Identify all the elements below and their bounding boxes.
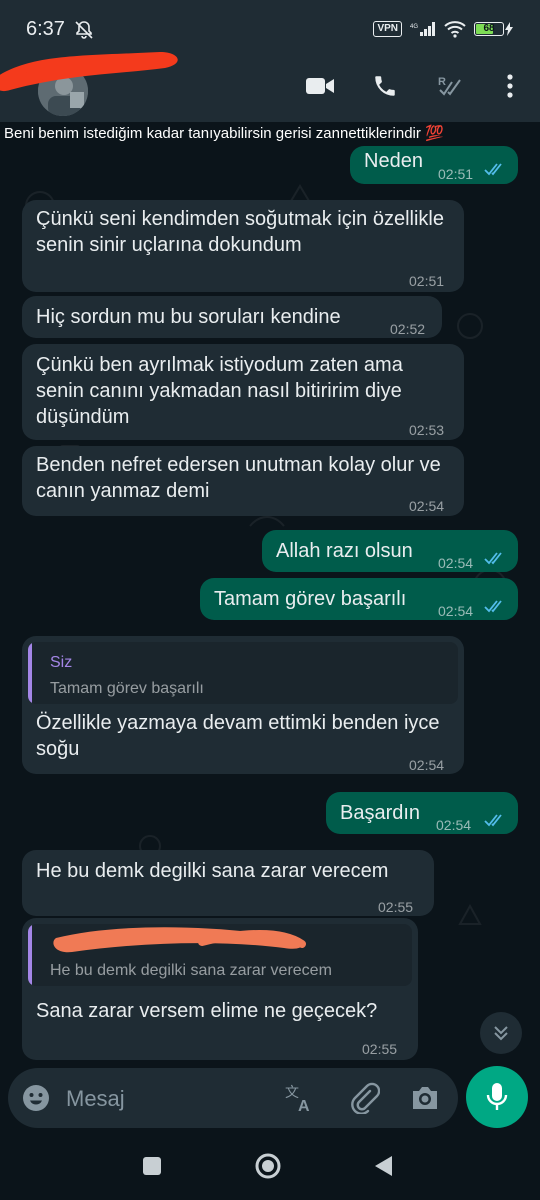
message-time: 02:55 — [362, 1041, 398, 1057]
read-receipt-icon: R — [438, 76, 461, 96]
video-call-icon — [306, 78, 334, 94]
message-bubble-outgoing[interactable]: Tamam görev başarılı 02:54 — [200, 578, 518, 620]
message-bubble-incoming[interactable]: Çünkü ben ayrılmak istiyodum zaten ama s… — [22, 344, 464, 440]
quote-accent-bar — [28, 642, 32, 704]
vpn-badge: VPN — [373, 21, 402, 37]
double-chevron-down-icon — [494, 1026, 508, 1041]
message-text: Hiç sordun mu bu soruları kendine — [36, 306, 341, 328]
message-input[interactable]: Mesaj — [66, 1086, 125, 1112]
camera-icon[interactable] — [410, 1084, 440, 1112]
redacted-quote-author — [53, 927, 306, 953]
quote-text: He bu demk degilki sana zarar verecem — [50, 962, 332, 979]
status-icons: VPN 4G 68 — [373, 20, 514, 38]
recents-button-icon[interactable] — [142, 1156, 162, 1176]
message-text: Allah razı olsun — [276, 540, 413, 562]
quoted-message[interactable]: Siz Tamam görev başarılı — [28, 642, 458, 704]
svg-text:R: R — [438, 76, 446, 88]
svg-text:A: A — [298, 1098, 310, 1114]
voice-call-button[interactable] — [369, 70, 401, 102]
message-bubble-incoming[interactable]: He bu demk degilki sana zarar verecem 02… — [22, 850, 434, 916]
message-text: Çünkü seni kendimden soğutmak için özell… — [36, 208, 444, 256]
voice-message-button[interactable] — [466, 1066, 528, 1128]
redacted-contact-name — [0, 52, 178, 91]
microphone-icon — [486, 1083, 508, 1110]
system-navigation-bar — [0, 1134, 540, 1200]
battery-percent: 68 — [483, 23, 495, 34]
video-call-button[interactable] — [304, 70, 336, 102]
message-bubble-incoming[interactable]: Benden nefret edersen unutman kolay olur… — [22, 446, 464, 516]
attach-icon[interactable] — [350, 1082, 380, 1114]
more-options-button[interactable] — [494, 70, 526, 102]
message-text: Tamam görev başarılı — [214, 588, 407, 610]
quote-accent-bar — [28, 924, 32, 986]
message-bubble-incoming[interactable]: Çünkü seni kendimden soğutmak için özell… — [22, 200, 464, 292]
message-time: 02:54 — [409, 498, 445, 514]
message-text: Başardın — [340, 802, 421, 824]
message-input-bar[interactable]: Mesaj 文 A — [8, 1068, 458, 1128]
read-ticks-icon — [484, 600, 502, 613]
chat-area[interactable]: Neden 02:51 Çünkü seni kendimden soğutma… — [0, 146, 540, 1064]
mute-bell-icon — [75, 21, 93, 39]
message-time: 02:54 — [409, 757, 445, 773]
message-bubble-incoming[interactable]: Hiç sordun mu bu soruları kendine 02:52 — [22, 296, 442, 338]
emoji-icon[interactable] — [22, 1084, 50, 1112]
message-time: 02:51 — [438, 166, 474, 182]
scroll-to-bottom-button[interactable] — [480, 1012, 522, 1054]
message-time: 02:51 — [409, 273, 445, 289]
signal-icon: 4G — [410, 22, 435, 36]
charging-bolt-icon — [505, 22, 513, 36]
quote-author: Siz — [50, 654, 73, 671]
message-text: Çünkü ben ayrılmak istiyodum zaten ama s… — [36, 354, 403, 428]
message-text: He bu demk degilki sana zarar verecem — [36, 860, 389, 882]
message-time: 02:52 — [390, 321, 426, 337]
battery-indicator: 68 — [474, 22, 514, 36]
read-ticks-icon — [484, 814, 502, 827]
more-options-icon — [507, 74, 513, 98]
contact-status-text: Beni benim istediğim kadar tanıyabilirsi… — [4, 125, 444, 142]
svg-text:4G: 4G — [410, 24, 418, 30]
message-time: 02:55 — [378, 899, 414, 915]
translate-icon[interactable]: 文 A — [284, 1082, 316, 1114]
message-time: 02:53 — [409, 422, 445, 438]
home-button-icon[interactable] — [254, 1152, 282, 1180]
read-ticks-icon — [484, 163, 502, 176]
read-ticks-icon — [484, 552, 502, 565]
message-time: 02:54 — [438, 555, 474, 571]
svg-text:文: 文 — [285, 1084, 299, 1100]
back-button-icon[interactable] — [372, 1154, 394, 1178]
message-bubble-incoming-reply[interactable]: Siz Tamam görev başarılı Özellikle yazma… — [22, 636, 464, 774]
message-text: Sana zarar versem elime ne geçecek? — [36, 1000, 378, 1022]
quote-text: Tamam görev başarılı — [50, 680, 204, 697]
message-bubble-outgoing[interactable]: Başardın 02:54 — [326, 792, 518, 834]
message-text: Neden — [364, 150, 423, 172]
message-text: Benden nefret edersen unutman kolay olur… — [36, 454, 441, 502]
message-time: 02:54 — [436, 817, 472, 833]
message-bubble-incoming-reply[interactable]: He bu demk degilki sana zarar verecem Sa… — [22, 918, 418, 1060]
message-time: 02:54 — [438, 603, 474, 619]
wifi-icon — [444, 21, 466, 38]
message-bubble-outgoing[interactable]: Allah razı olsun 02:54 — [262, 530, 518, 572]
message-bubble-outgoing[interactable]: Neden 02:51 — [350, 146, 518, 184]
voice-call-icon — [375, 76, 395, 96]
message-text: Özellikle yazmaya devam ettimki benden i… — [36, 712, 440, 760]
status-time: 6:37 — [26, 18, 65, 40]
read-receipt-button[interactable]: R — [435, 70, 467, 102]
